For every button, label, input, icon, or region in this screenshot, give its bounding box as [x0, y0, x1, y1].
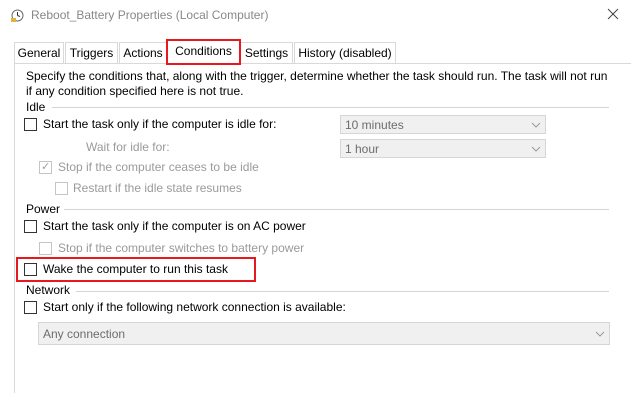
- power-section-divider: [64, 209, 609, 210]
- idle-section-divider: [52, 107, 609, 108]
- start-if-idle-checkbox[interactable]: [24, 118, 37, 131]
- stop-if-not-idle-checkbox[interactable]: ✓: [39, 161, 52, 174]
- network-connection-combo[interactable]: Any connection: [38, 322, 610, 345]
- stop-on-battery-label: Stop if the computer switches to battery…: [58, 241, 305, 255]
- wake-to-run-checkbox[interactable]: [24, 263, 37, 276]
- stop-if-not-idle-label: Stop if the computer ceases to be idle: [58, 160, 259, 174]
- wait-duration-combo[interactable]: 1 hour: [340, 139, 546, 158]
- wake-to-run-label: Wake the computer to run this task: [43, 262, 228, 276]
- restart-if-idle-label: Restart if the idle state resumes: [73, 181, 242, 195]
- checkmark-icon: ✓: [41, 161, 51, 173]
- network-section-header: Network: [26, 283, 71, 297]
- power-section-header: Power: [26, 202, 61, 216]
- stop-on-battery-checkbox[interactable]: [39, 242, 52, 255]
- wait-duration-value: 1 hour: [345, 142, 380, 156]
- network-connection-value: Any connection: [43, 327, 126, 341]
- restart-if-idle-checkbox[interactable]: [55, 182, 68, 195]
- network-section-divider: [76, 291, 609, 292]
- ac-power-checkbox[interactable]: [24, 220, 37, 233]
- start-if-idle-label: Start the task only if the computer is i…: [43, 117, 277, 131]
- ac-power-label: Start the task only if the computer is o…: [43, 219, 306, 233]
- require-network-label: Start only if the following network conn…: [43, 300, 346, 314]
- idle-duration-combo[interactable]: 10 minutes: [340, 115, 546, 134]
- idle-section-header: Idle: [26, 100, 46, 114]
- require-network-checkbox[interactable]: [24, 301, 37, 314]
- wait-for-idle-label: Wait for idle for:: [86, 140, 170, 154]
- chevron-down-icon: [593, 328, 607, 340]
- chevron-down-icon: [529, 119, 543, 131]
- idle-duration-value: 10 minutes: [345, 118, 404, 132]
- chevron-down-icon: [529, 143, 543, 155]
- conditions-description: Specify the conditions that, along with …: [26, 69, 608, 98]
